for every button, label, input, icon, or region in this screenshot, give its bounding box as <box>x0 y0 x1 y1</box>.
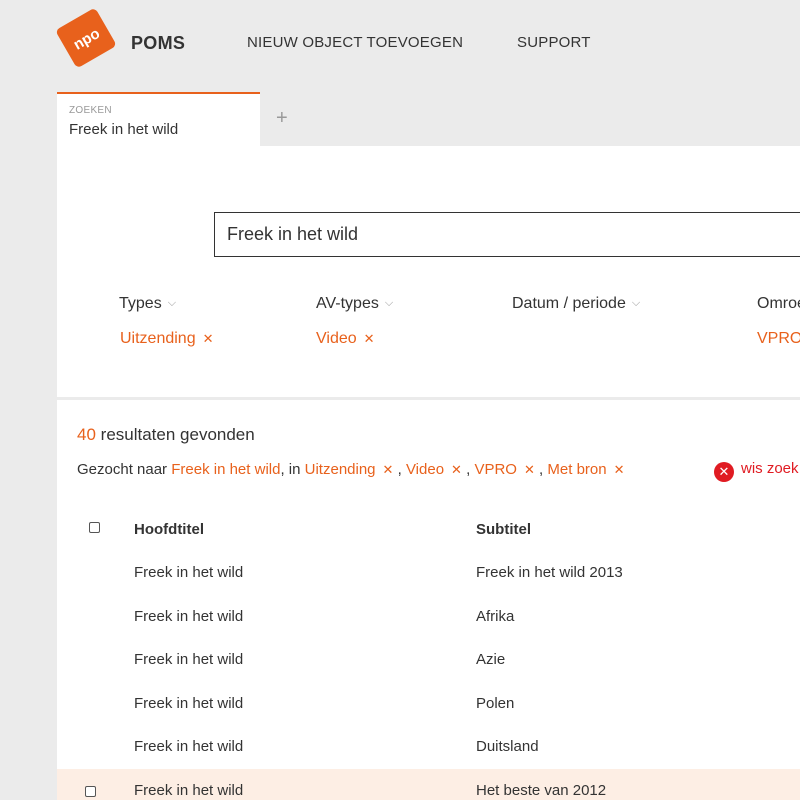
searched-term: Met bron <box>547 461 607 478</box>
filter-av-types[interactable]: AV-types ⌵ <box>316 295 393 313</box>
table-row[interactable]: Freek in het wild Polen <box>57 682 800 726</box>
searched-summary: Gezocht naar Freek in het wild, in Uitze… <box>77 461 625 478</box>
tab-search-value: Freek in het wild <box>69 121 179 138</box>
select-all-checkbox[interactable] <box>89 522 100 533</box>
cell-title: Freek in het wild <box>134 608 244 625</box>
clear-search-button[interactable]: ✕ wis zoek <box>714 460 799 482</box>
filter-value-types: Uitzending ✕ <box>120 330 214 348</box>
nav-support[interactable]: SUPPORT <box>517 34 591 51</box>
search-input[interactable] <box>214 212 800 257</box>
filter-types-label: Types <box>119 295 162 312</box>
top-bar: npo POMS NIEUW OBJECT TOEVOEGEN SUPPORT <box>0 0 800 88</box>
filter-types[interactable]: Types ⌵ <box>119 295 176 313</box>
table-row[interactable]: Freek in het wild Freek in het wild 2013 <box>57 551 800 595</box>
npo-logo[interactable]: npo <box>56 6 116 70</box>
chevron-down-icon: ⌵ <box>167 297 177 309</box>
table-row-highlighted[interactable]: Freek in het wild Het beste van 2012 <box>57 769 800 800</box>
filter-value-text: VPRO <box>757 330 800 347</box>
cell-subtitle: Polen <box>476 695 515 712</box>
searched-term: Uitzending <box>304 461 376 478</box>
clear-search-label: wis zoek <box>741 460 799 477</box>
results-count-number: 40 <box>77 425 96 444</box>
searched-prefix: Gezocht naar <box>77 461 168 478</box>
remove-icon[interactable]: ✕ <box>451 462 462 477</box>
searched-in: , in <box>280 461 301 478</box>
table-row[interactable]: Freek in het wild Duitsland <box>57 725 800 769</box>
search-panel: Types⌵ AV-types⌵ Datum / periode⌵ Omroe … <box>57 146 800 397</box>
results-count-text: resultaten gevonden <box>100 425 255 444</box>
cell-subtitle: Afrika <box>476 608 515 625</box>
searched-term: VPRO <box>474 461 517 478</box>
chevron-down-icon: ⌵ <box>384 297 394 309</box>
cell-title: Freek in het wild <box>134 651 244 668</box>
filter-av-types-label: AV-types <box>316 295 379 312</box>
remove-icon[interactable]: ✕ <box>524 462 535 477</box>
filter-value-broadcaster: VPRO <box>757 330 800 348</box>
filter-broadcaster-label: Omroe <box>757 295 800 312</box>
filter-date-label: Datum / periode <box>512 295 626 312</box>
nav-new-object[interactable]: NIEUW OBJECT TOEVOEGEN <box>247 34 463 51</box>
cell-subtitle: Freek in het wild 2013 <box>476 564 623 581</box>
column-header-subtitle[interactable]: Subtitel <box>476 521 531 538</box>
filter-value-text: Uitzending <box>120 330 196 347</box>
table-row[interactable]: Freek in het wild Afrika <box>57 595 800 639</box>
cell-title: Freek in het wild <box>134 564 244 581</box>
filter-broadcaster[interactable]: Omroe <box>757 295 800 313</box>
tab-search[interactable]: ZOEKEN Freek in het wild <box>57 92 260 146</box>
filter-value-text: Video <box>316 330 357 347</box>
remove-icon[interactable]: ✕ <box>203 331 214 346</box>
cell-subtitle: Het beste van 2012 <box>476 782 607 799</box>
column-header-title[interactable]: Hoofdtitel <box>134 521 204 538</box>
tab-search-label: ZOEKEN <box>69 105 112 116</box>
clear-icon: ✕ <box>714 462 734 482</box>
brand-title: POMS <box>131 33 186 53</box>
cell-subtitle: Azie <box>476 651 506 668</box>
add-tab-button[interactable]: + <box>276 108 288 128</box>
remove-icon[interactable]: ✕ <box>614 462 625 477</box>
cell-subtitle: Duitsland <box>476 738 539 755</box>
table-row[interactable]: Freek in het wild Azie <box>57 638 800 682</box>
row-checkbox[interactable] <box>85 786 96 797</box>
results-count: 40 resultaten gevonden <box>77 425 255 445</box>
cell-title: Freek in het wild <box>134 695 244 712</box>
filter-date[interactable]: Datum / periode ⌵ <box>512 295 640 313</box>
results-panel: 40 resultaten gevonden Gezocht naar Free… <box>57 400 800 800</box>
filter-value-av-types: Video ✕ <box>316 330 375 348</box>
searched-term: Video <box>405 461 445 478</box>
cell-title: Freek in het wild <box>134 782 244 799</box>
remove-icon[interactable]: ✕ <box>364 331 375 346</box>
searched-query: Freek in het wild <box>171 461 281 478</box>
remove-icon[interactable]: ✕ <box>383 462 394 477</box>
cell-title: Freek in het wild <box>134 738 244 755</box>
chevron-down-icon: ⌵ <box>631 297 641 309</box>
